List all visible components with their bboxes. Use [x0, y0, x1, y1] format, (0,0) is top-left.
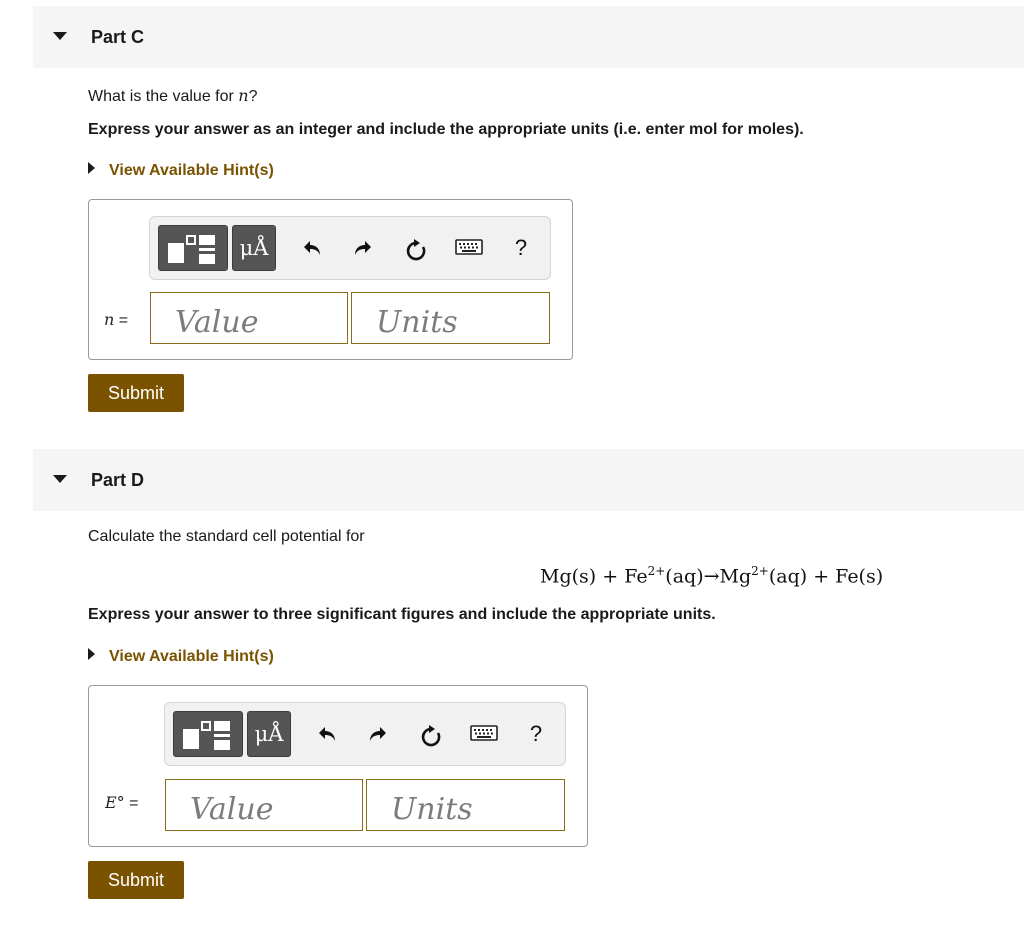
equals-sign: =	[129, 795, 139, 812]
redo-button[interactable]	[347, 233, 377, 263]
variable-symbol: E°	[105, 793, 125, 812]
equals-sign: =	[118, 312, 129, 329]
mg-charge: 2+	[751, 564, 769, 578]
view-hints-link[interactable]: View Available Hint(s)	[88, 648, 274, 666]
question-prefix: What is the value for	[88, 88, 239, 105]
units-button[interactable]: μÅ	[247, 711, 291, 757]
help-icon: ?	[529, 721, 543, 746]
fe-charge: 2+	[647, 564, 666, 578]
variable-label: n =	[104, 310, 128, 330]
keyboard-icon	[470, 725, 498, 741]
variable-label: E° =	[105, 793, 138, 813]
part-title: Part C	[91, 27, 145, 47]
reset-icon	[406, 239, 426, 261]
help-icon: ?	[514, 235, 528, 260]
part-title: Part D	[91, 470, 145, 490]
templates-button[interactable]	[158, 225, 228, 271]
question-variable: n	[238, 86, 249, 105]
equation-reactants: Mg(s) + Fe	[540, 565, 648, 588]
reset-button[interactable]	[401, 233, 431, 263]
expand-triangle-icon	[88, 162, 95, 174]
question-suffix: ?	[248, 88, 258, 105]
hint-label: View Available Hint(s)	[109, 162, 274, 179]
keyboard-icon	[455, 239, 483, 255]
expand-triangle-icon	[88, 648, 95, 660]
part-d-header[interactable]: Part D	[33, 449, 1024, 511]
collapse-caret-icon[interactable]	[53, 475, 67, 483]
math-toolbar: μÅ ?	[149, 216, 551, 280]
question-text: What is the value for n?	[88, 86, 258, 106]
answer-box: μÅ	[88, 685, 588, 847]
equation-products: (aq) + Fe(s)	[768, 565, 884, 588]
instruction-text: Express your answer as an integer and in…	[88, 121, 804, 138]
units-input[interactable]	[351, 292, 550, 344]
keyboard-button[interactable]	[454, 233, 484, 263]
templates-button[interactable]	[173, 711, 243, 757]
value-input[interactable]	[150, 292, 348, 344]
hint-label: View Available Hint(s)	[109, 648, 274, 665]
collapse-caret-icon[interactable]	[53, 32, 67, 40]
math-toolbar: μÅ ?	[164, 702, 566, 766]
redo-icon	[370, 727, 386, 741]
reset-icon	[421, 725, 441, 747]
instruction-text: Express your answer to three significant…	[88, 606, 716, 623]
help-button[interactable]: ?	[521, 719, 551, 749]
units-button[interactable]: μÅ	[232, 225, 276, 271]
undo-icon	[304, 241, 320, 255]
undo-button[interactable]	[298, 233, 328, 263]
part-c-header[interactable]: Part C	[33, 6, 1024, 68]
units-icon: μÅ	[254, 722, 284, 746]
redo-icon	[355, 241, 371, 255]
units-icon: μÅ	[239, 236, 269, 260]
variable-symbol: n	[104, 310, 115, 329]
answer-box: μÅ	[88, 199, 573, 360]
reaction-equation: Mg(s) + Fe2+(aq)→Mg2+(aq) + Fe(s)	[540, 564, 883, 587]
value-input[interactable]	[165, 779, 363, 831]
help-button[interactable]: ?	[506, 233, 536, 263]
view-hints-link[interactable]: View Available Hint(s)	[88, 162, 274, 180]
equation-arrow: (aq)→Mg	[665, 565, 752, 588]
submit-button[interactable]: Submit	[88, 374, 184, 412]
reset-button[interactable]	[416, 719, 446, 749]
undo-icon	[319, 727, 335, 741]
submit-button[interactable]: Submit	[88, 861, 184, 899]
question-text: Calculate the standard cell potential fo…	[88, 528, 365, 545]
redo-button[interactable]	[362, 719, 392, 749]
keyboard-button[interactable]	[469, 719, 499, 749]
units-input[interactable]	[366, 779, 565, 831]
undo-button[interactable]	[313, 719, 343, 749]
